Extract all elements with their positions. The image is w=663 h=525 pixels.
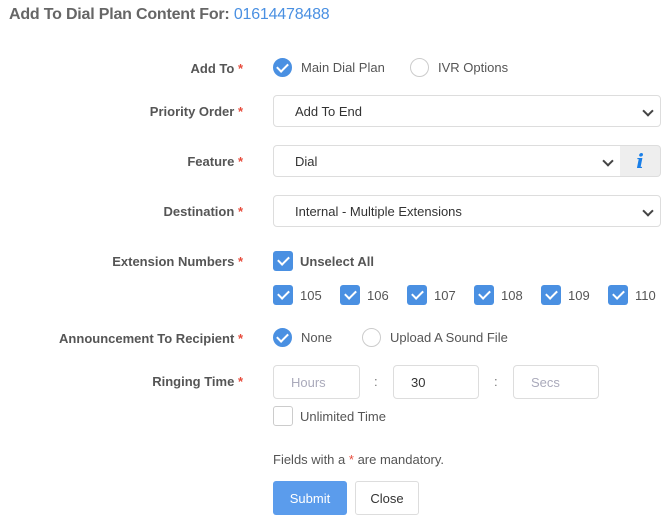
minutes-input[interactable]: 30 [393, 365, 479, 399]
priority-order-select[interactable]: Add To End [273, 95, 661, 127]
announcement-label: Announcement To Recipient * [59, 331, 243, 346]
extension-checkbox[interactable]: 110 [608, 285, 656, 305]
radio-checked-icon [273, 58, 292, 77]
extension-checkbox[interactable]: 106 [340, 285, 389, 305]
extension-checkbox[interactable]: 107 [407, 285, 456, 305]
radio-unchecked-icon [410, 58, 429, 77]
checkbox-checked-icon [541, 285, 561, 305]
checkbox-checked-icon [608, 285, 628, 305]
destination-label: Destination * [163, 204, 243, 219]
checkbox-checked-icon [273, 285, 293, 305]
close-button[interactable]: Close [355, 481, 419, 515]
feature-select[interactable]: Dial [273, 145, 621, 177]
hours-input[interactable]: Hours [273, 365, 360, 399]
add-to-label: Add To * [190, 61, 244, 76]
extension-checkbox[interactable]: 108 [474, 285, 523, 305]
radio-unchecked-icon [362, 328, 381, 347]
extension-numbers-label: Extension Numbers * [112, 254, 243, 269]
chevron-down-icon [602, 155, 614, 167]
chevron-down-icon [642, 205, 654, 217]
priority-order-label: Priority Order * [149, 104, 243, 119]
phone-number: 01614478488 [233, 6, 330, 23]
feature-label: Feature * [187, 154, 243, 169]
seconds-input[interactable]: Secs [513, 365, 599, 399]
extension-checkbox[interactable]: 109 [541, 285, 590, 305]
radio-checked-icon [273, 328, 292, 347]
time-separator: : [494, 374, 498, 389]
extension-checkbox[interactable]: 105 [273, 285, 322, 305]
checkbox-checked-icon [474, 285, 494, 305]
chevron-down-icon [642, 105, 654, 117]
checkbox-unchecked-icon [273, 406, 293, 426]
checkbox-checked-icon [273, 251, 293, 271]
checkbox-checked-icon [407, 285, 427, 305]
destination-select[interactable]: Internal - Multiple Extensions [273, 195, 661, 227]
radio-ivr-options[interactable]: IVR Options [410, 58, 508, 77]
title-prefix: Add To Dial Plan Content For: [9, 6, 230, 23]
submit-button[interactable]: Submit [273, 481, 347, 515]
ringing-time-label: Ringing Time * [152, 374, 243, 389]
unselect-all-checkbox[interactable]: Unselect All [273, 251, 374, 271]
time-separator: : [374, 374, 378, 389]
checkbox-checked-icon [340, 285, 360, 305]
radio-main-dial-plan[interactable]: Main Dial Plan [273, 58, 385, 77]
radio-upload-sound-file[interactable]: Upload A Sound File [362, 328, 508, 347]
info-icon[interactable]: i [620, 145, 661, 177]
unlimited-time-checkbox[interactable]: Unlimited Time [273, 406, 386, 426]
page-title: Add To Dial Plan Content For: 0161447848… [9, 6, 330, 24]
mandatory-note: Fields with a * are mandatory. [273, 452, 445, 467]
radio-none[interactable]: None [273, 328, 332, 347]
